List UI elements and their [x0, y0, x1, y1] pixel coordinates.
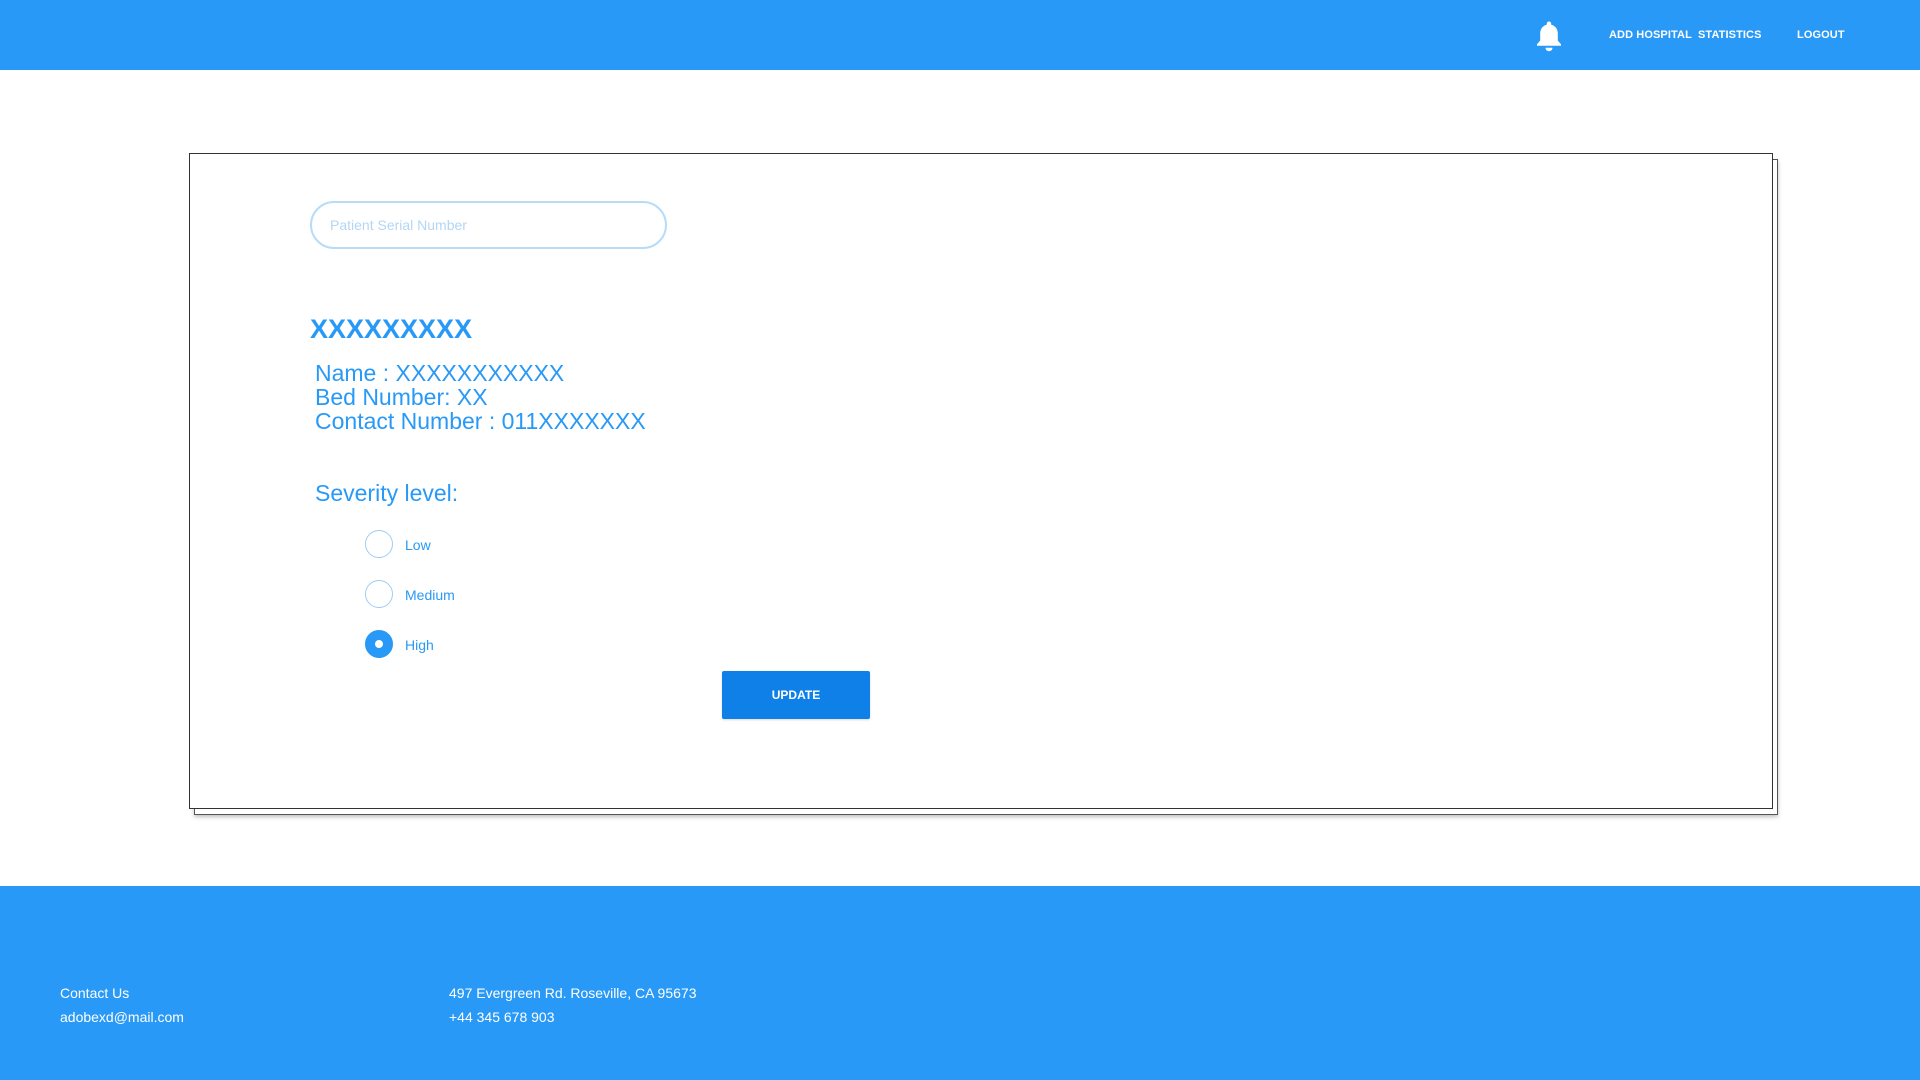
nav-logout[interactable]: LOGOUT	[1797, 29, 1845, 41]
footer-address: 497 Evergreen Rd. Roseville, CA 95673	[449, 985, 697, 1001]
patient-name: Name : XXXXXXXXXXX	[315, 360, 565, 386]
patient-bed-number: Bed Number: XX	[315, 384, 488, 410]
radio-label-low: Low	[405, 537, 431, 553]
nav-add-hospital[interactable]: ADD HOSPITAL	[1609, 29, 1692, 41]
nav-statistics[interactable]: STATISTICS	[1698, 29, 1762, 41]
radio-label-medium: Medium	[405, 587, 455, 603]
radio-label-high: High	[405, 637, 434, 653]
patient-serial-search-input[interactable]	[310, 201, 667, 249]
radio-high[interactable]	[365, 630, 393, 658]
top-navbar: ADD HOSPITAL STATISTICS LOGOUT	[0, 0, 1920, 70]
patient-contact-number: Contact Number : 011XXXXXXX	[315, 408, 646, 434]
radio-low[interactable]	[365, 530, 393, 558]
radio-medium[interactable]	[365, 580, 393, 608]
patient-id-title: XXXXXXXXX	[310, 314, 473, 344]
footer-contact-label: Contact Us	[60, 985, 130, 1001]
footer-email[interactable]: adobexd@mail.com	[60, 1009, 184, 1025]
severity-level-label: Severity level:	[315, 480, 459, 506]
footer-phone: +44 345 678 903	[449, 1009, 555, 1025]
bell-icon[interactable]	[1535, 20, 1563, 52]
footer: Contact Us adobexd@mail.com 497 Evergree…	[0, 886, 1920, 1080]
update-button[interactable]: UPDATE	[722, 671, 870, 719]
